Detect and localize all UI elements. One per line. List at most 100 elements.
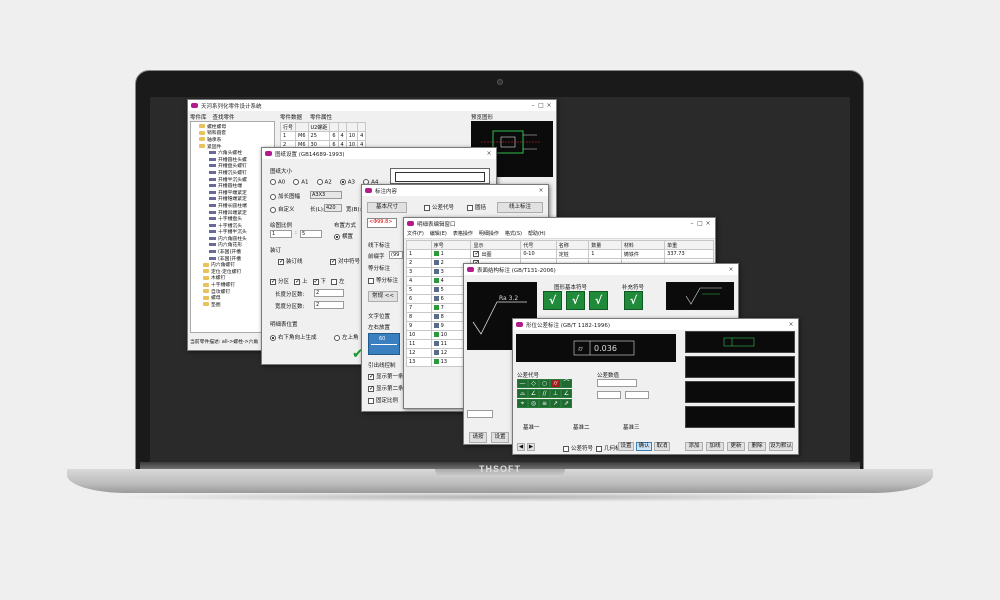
tolerance-symbol-icon[interactable]: ↗ — [550, 399, 561, 408]
column-header[interactable]: 代号 — [520, 240, 557, 250]
surface-select[interactable] — [467, 410, 493, 418]
cancel-button[interactable]: 取消 — [654, 442, 670, 451]
custom-width-field[interactable]: 420 — [324, 204, 342, 212]
surface-symbol-no-removal[interactable]: √ — [589, 291, 608, 310]
table-row[interactable]: 1 M6 25 6 4 10 4 — [280, 131, 367, 141]
column-header[interactable]: 材料 — [620, 240, 666, 250]
add-button[interactable]: 添加 — [685, 442, 703, 451]
menu-file[interactable]: 文件(F) — [407, 230, 424, 237]
tolerance-symbol-icon[interactable]: ∠ — [528, 389, 539, 398]
tolerance-symbol-icon[interactable]: ⌒ — [561, 379, 572, 388]
binding-check[interactable]: 装订线 — [278, 257, 303, 265]
tolerance-symbol-icon[interactable]: — — [517, 379, 528, 388]
bom-cell[interactable]: 1 — [406, 249, 432, 259]
table-cell[interactable]: 6 — [329, 131, 339, 141]
cols-field[interactable]: 2 — [314, 301, 344, 309]
bom-cell[interactable]: 1 — [588, 249, 622, 259]
tolerance-unit-field[interactable] — [625, 391, 649, 399]
tree-item[interactable]: 轴承系 — [193, 136, 272, 143]
list-top-left[interactable]: 左上角 — [334, 333, 359, 341]
tree-item[interactable]: 螺栓螺母 — [193, 123, 272, 130]
rows-field[interactable]: 2 — [314, 289, 344, 297]
fixed-scale-check[interactable]: 固定比例 — [368, 396, 398, 404]
bom-cell[interactable]: 定桩 — [555, 249, 590, 259]
zone-bottom[interactable]: 下 — [312, 277, 326, 285]
column-header[interactable]: 显示 — [470, 240, 522, 250]
surface-symbol-aux[interactable]: √ — [624, 291, 643, 310]
column-header[interactable] — [345, 122, 359, 132]
bom-cell[interactable]: 出图 — [470, 249, 522, 259]
tab-search[interactable]: 查找零件 — [213, 113, 235, 121]
column-header[interactable]: 数量 — [588, 240, 622, 250]
basic-size-button[interactable]: 基本尺寸 — [367, 202, 407, 213]
size-a0[interactable]: A0 — [270, 179, 285, 186]
tree-item[interactable]: 销和圆套 — [193, 130, 272, 136]
bom-cell[interactable]: 12 — [406, 348, 432, 358]
table-cell[interactable]: 10 — [345, 131, 359, 141]
tolerance-symbol-icon[interactable]: ⊥ — [550, 389, 561, 398]
zone-left[interactable]: 左 — [331, 277, 345, 285]
set-default-button[interactable]: 设为默认 — [769, 442, 793, 451]
column-header[interactable]: U2螺距 — [307, 122, 331, 132]
tolerance-list-item-3[interactable] — [685, 381, 795, 403]
minimize-icon[interactable]: – — [529, 102, 537, 109]
bom-cell[interactable]: 铸铁件 — [620, 249, 666, 259]
tab-part-data[interactable]: 零件数据 — [280, 113, 302, 121]
tolerance-symbol-icon[interactable]: ◇ — [528, 379, 539, 388]
table-cell[interactable]: M6 — [295, 131, 309, 141]
bom-cell[interactable]: 0-10 — [520, 249, 557, 259]
bom-cell[interactable]: 4 — [406, 276, 432, 286]
menu-format[interactable]: 格式(S) — [505, 230, 522, 237]
tolerance-symbol-icon[interactable]: ⌓ — [517, 389, 528, 398]
table-cell[interactable]: 25 — [307, 131, 331, 141]
close-icon[interactable]: × — [787, 321, 795, 328]
tolerance-symbol-icon[interactable]: ≡ — [539, 399, 550, 408]
confirm-button[interactable]: 确认 — [636, 442, 652, 451]
minimize-icon[interactable]: – — [688, 220, 696, 227]
bom-cell[interactable]: 9 — [406, 321, 432, 331]
bom-cell[interactable]: 6 — [406, 294, 432, 304]
bom-cell[interactable]: 13 — [406, 357, 432, 367]
bom-row[interactable]: 1 1 出图 0-10 定桩 1 铸铁件 337.73 — [406, 249, 714, 259]
maximize-icon[interactable]: □ — [537, 102, 545, 109]
bom-cell[interactable]: 2 — [406, 258, 432, 268]
normal-button[interactable]: 常规 << — [368, 291, 398, 302]
table-cell[interactable]: 1 — [280, 131, 297, 141]
list-bottom-right[interactable]: 右下角向上生成 — [270, 333, 317, 341]
next-icon[interactable]: ▶ — [527, 443, 535, 451]
tolerance-select[interactable] — [597, 391, 621, 399]
bom-cell[interactable]: 5 — [406, 285, 432, 295]
tolerance-symbol-icon[interactable]: ⇗ — [561, 399, 572, 408]
center-mark-check[interactable]: 对中符号 — [330, 257, 360, 265]
menu-detail[interactable]: 明细操作 — [479, 230, 499, 237]
surface-symbol-basic[interactable]: √ — [543, 291, 562, 310]
menu-table[interactable]: 表格操作 — [453, 230, 473, 237]
table-cell[interactable]: 4 — [337, 131, 347, 141]
on-line-button[interactable]: 线上标注 — [497, 202, 543, 213]
zone-top[interactable]: 上 — [294, 277, 308, 285]
size-a1[interactable]: A1 — [293, 179, 309, 186]
column-header[interactable]: 序号 — [430, 240, 472, 250]
tolerance-symbol-icon[interactable]: ⌖ — [517, 399, 528, 408]
bom-cell[interactable]: 1 — [430, 249, 472, 259]
tolerance-list-item-2[interactable] — [685, 356, 795, 378]
scale-select-2[interactable]: 5 — [300, 230, 322, 238]
close-icon[interactable]: × — [545, 102, 553, 109]
tab-library[interactable]: 零件库 — [190, 113, 207, 121]
scale-select-1[interactable]: 1 — [270, 230, 292, 238]
column-header[interactable] — [357, 122, 367, 132]
value-field[interactable]: <Φ99.8> — [367, 218, 397, 228]
bom-cell[interactable]: 337.73 — [664, 249, 714, 259]
tolerance-symbol-icon[interactable]: // — [539, 389, 550, 398]
tolerance-check[interactable]: 公差代号 — [424, 203, 454, 211]
size-a2[interactable]: A2 — [316, 179, 332, 186]
show-first-check[interactable]: 显示第一条 — [368, 372, 404, 380]
menu-edit[interactable]: 编辑(E) — [430, 230, 447, 237]
column-header[interactable] — [295, 122, 309, 132]
delete-button[interactable]: 删除 — [748, 442, 766, 451]
bom-cell[interactable]: 7 — [406, 303, 432, 313]
column-header[interactable]: 名称 — [555, 240, 590, 250]
column-header[interactable] — [329, 122, 339, 132]
zone-check[interactable]: 分区 — [270, 277, 289, 285]
column-header[interactable]: 单重 — [664, 240, 714, 250]
